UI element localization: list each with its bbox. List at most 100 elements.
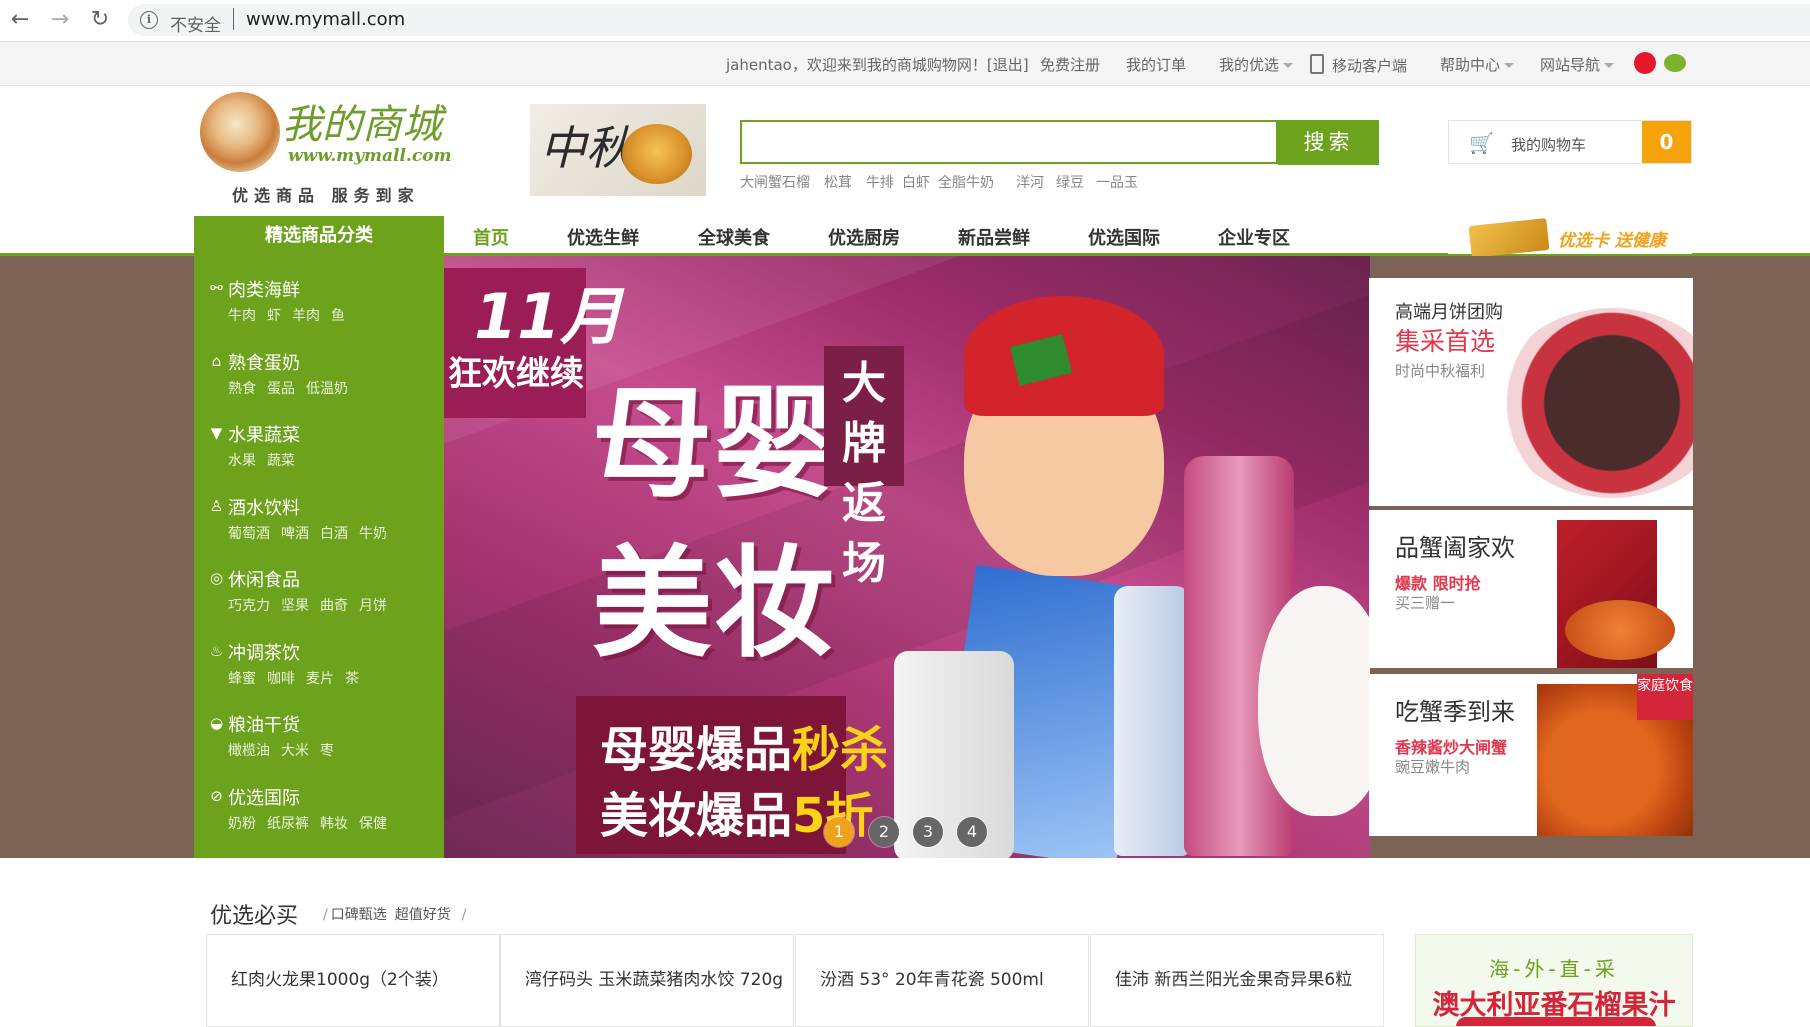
cart-label: 我的购物车 [1511,136,1587,154]
wechat-icon[interactable] [1664,54,1686,72]
nautilus-shell-logo-icon[interactable] [200,92,280,172]
hot-search-word[interactable]: 松茸 [824,172,852,192]
nav-item-5[interactable]: 新品尝鲜 [958,224,1030,250]
category-subitem[interactable]: 低温奶 [306,381,348,397]
carousel-dot[interactable]: 2 [869,817,899,847]
hero-promo-line-1: 母婴爆品秒杀 [600,710,888,780]
info-icon[interactable]: i [140,11,158,29]
hot-search-word[interactable]: 白虾 [902,172,930,192]
product-card[interactable]: 佳沛 新西兰阳光金果奇异果6粒 [1090,934,1384,1027]
category-item[interactable]: ▼ 水果蔬菜 水果 蔬菜 [208,421,438,481]
category-subitem[interactable]: 葡萄酒 [228,526,270,542]
category-item[interactable]: ⊘ 优选国际 奶粉 纸尿裤 韩妆 保健 [208,784,438,844]
hot-search-word[interactable]: 石榴 [782,172,810,192]
section-tag[interactable]: 口碑甄选 [331,907,387,923]
product-card[interactable]: 汾酒 53° 20年青花瓷 500ml [795,934,1089,1027]
overseas-direct-promo[interactable]: 海-外-直-采 澳大利亚番石榴果汁 [1415,934,1693,1027]
url-text[interactable]: www.mymall.com [246,9,405,30]
category-item[interactable]: ◒ 粮油干货 橄榄油 大米枣 [208,711,438,771]
category-subitem[interactable]: 保健 [359,816,387,832]
carousel-dot[interactable]: 4 [957,817,987,847]
carousel-dot[interactable]: 1 [824,817,854,847]
category-subitem[interactable]: 曲奇 [320,598,348,614]
product-card[interactable]: 湾仔码头 玉米蔬菜猪肉水饺 720g [500,934,794,1027]
category-subitem[interactable]: 蔬菜 [267,453,295,469]
category-item[interactable]: ♨ 冲调茶饮 蜂蜜 咖啡 麦片茶 [208,639,438,699]
my-orders-link[interactable]: 我的订单 [1126,54,1186,75]
category-subitem[interactable]: 枣 [320,743,334,759]
category-subitem[interactable]: 啤酒 [281,526,309,542]
nav-item-7[interactable]: 企业专区 [1218,224,1290,250]
hot-search-word[interactable]: 一品玉 [1096,172,1138,192]
shopping-cart-button[interactable]: 🛒 我的购物车 0 [1448,120,1692,164]
side-promo-1[interactable]: 高端月饼团购 集采首选 时尚中秋福利 [1369,278,1693,506]
search-button[interactable]: 搜索 [1278,120,1379,165]
category-subitem[interactable]: 熟食 [228,381,256,397]
tag-separator: / [461,907,467,923]
nav-item-6[interactable]: 优选国际 [1088,224,1160,250]
category-subitem[interactable]: 水果 [228,453,256,469]
forward-arrow-icon[interactable]: → [46,6,74,34]
nav-item-2[interactable]: 优选生鲜 [567,224,639,250]
register-link[interactable]: 免费注册 [1040,54,1100,75]
category-item[interactable]: ⌂ 熟食蛋奶 熟食 蛋品 低温奶 [208,349,438,409]
hot-search-word[interactable]: 牛排 [866,172,894,192]
side-promo-3[interactable]: 吃蟹季到来 香辣酱炒大闸蟹 豌豆嫩牛肉 家庭饮食 [1369,674,1693,836]
reload-icon[interactable]: ↻ [86,6,114,34]
product-name: 汾酒 53° 20年青花瓷 500ml [820,970,1044,990]
my-youxuan-menu[interactable]: 我的优选 [1219,54,1294,75]
hot-search-word[interactable]: 全脂牛奶 [938,172,994,192]
category-subitem[interactable]: 坚果 [281,598,309,614]
category-name: 熟食蛋奶 [228,352,300,374]
category-subitem[interactable]: 麦片 [306,671,334,687]
carousel-dot[interactable]: 3 [913,817,943,847]
category-subitem[interactable]: 月饼 [359,598,387,614]
nav-item-1[interactable]: 首页 [473,224,509,250]
hot-search-word[interactable]: 洋河 [1016,172,1044,192]
category-menu-title[interactable]: 精选商品分类 [194,216,444,256]
back-arrow-icon[interactable]: ← [6,6,34,34]
category-subitem[interactable]: 牛奶 [359,526,387,542]
category-subitem[interactable]: 纸尿裤 [267,816,309,832]
side-promo-line-3: 时尚中秋福利 [1395,362,1486,380]
category-subitem[interactable]: 大米 [281,743,309,759]
insecure-label[interactable]: 不安全 [170,11,221,36]
category-subitem[interactable]: 白酒 [320,526,348,542]
welcome-text[interactable]: jahentao，欢迎来到我的商城购物网！[退出] [726,54,1029,75]
section-tag[interactable]: 超值好货 [395,907,451,923]
category-subitems: 牛肉虾羊肉鱼 [228,305,356,325]
category-item[interactable]: ◎ 休闲食品 巧克力 坚果 曲奇 月饼 [208,566,438,626]
youxuan-card-promo[interactable]: 优选卡 送健康 [1448,218,1692,258]
category-item[interactable]: ⚯ 肉类海鲜 牛肉虾羊肉鱼 [208,276,438,336]
nav-item-3[interactable]: 全球美食 [698,224,770,250]
address-bar[interactable]: i 不安全 www.mymall.com [128,4,1810,36]
category-subitem[interactable]: 茶 [345,671,359,687]
search-input[interactable] [740,120,1278,164]
hero-carousel-slide[interactable]: 11月 狂欢继续 母婴 美妆 大牌返场 母婴爆品秒杀 美妆爆品5折 [444,256,1370,858]
category-subitem[interactable]: 奶粉 [228,816,256,832]
category-subitems: 蜂蜜 咖啡 麦片茶 [228,668,370,688]
product-card[interactable]: 红肉火龙果1000g（2个装） [206,934,500,1027]
nav-item-4[interactable]: 优选厨房 [828,224,900,250]
category-subitem[interactable]: 虾 [267,308,281,324]
logo-title[interactable]: 我的商城 [282,92,442,150]
category-subitem[interactable]: 韩妆 [320,816,348,832]
category-item[interactable]: ♙ 酒水饮料 葡萄酒 啤酒 白酒 牛奶 [208,494,438,554]
category-subitem[interactable]: 羊肉 [292,308,320,324]
site-nav-menu[interactable]: 网站导航 [1540,54,1615,75]
side-promo-2[interactable]: 品蟹阖家欢 爆款 限时抢 买三赠一 [1369,510,1693,668]
category-subitem[interactable]: 巧克力 [228,598,270,614]
hot-search-word[interactable]: 绿豆 [1056,172,1084,192]
category-subitem[interactable]: 咖啡 [267,671,295,687]
mobile-client-link[interactable]: 移动客户端 [1310,54,1407,76]
category-subitem[interactable]: 蜂蜜 [228,671,256,687]
hot-search-word[interactable]: 大闸蟹 [740,172,782,192]
help-center-menu[interactable]: 帮助中心 [1440,54,1515,75]
side-promo-line-2: 香辣酱炒大闸蟹 [1395,738,1508,757]
weibo-icon[interactable] [1634,52,1656,74]
category-subitem[interactable]: 牛肉 [228,308,256,324]
mid-autumn-promo-image[interactable]: 中秋 [530,104,706,196]
category-subitem[interactable]: 鱼 [331,308,345,324]
category-subitem[interactable]: 蛋品 [267,381,295,397]
category-subitem[interactable]: 橄榄油 [228,743,270,759]
